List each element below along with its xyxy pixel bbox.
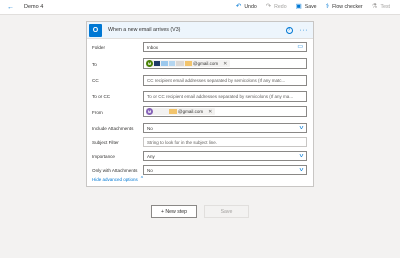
redacted-block: [161, 61, 168, 66]
sender-token: M @gmail.com ✕: [146, 108, 216, 115]
save-toolbar-button[interactable]: ▣ Save: [295, 3, 317, 10]
undo-label: Undo: [244, 4, 257, 10]
hide-advanced-label: Hide advanced options: [92, 176, 138, 182]
chevron-down-icon: v: [299, 153, 304, 159]
stethoscope-icon: ⚕: [325, 3, 330, 10]
importance-label: Importance: [92, 154, 115, 159]
undo-icon: ↶: [235, 3, 242, 10]
token-email: @gmail.com: [193, 61, 219, 66]
redacted-block: [154, 61, 160, 66]
close-icon[interactable]: ✕: [223, 61, 227, 67]
include-attachments-label: Include Attachments: [92, 126, 134, 131]
flow-name: Demo 4: [24, 4, 44, 10]
include-attachments-select[interactable]: No v: [143, 123, 307, 133]
importance-select[interactable]: Any v: [143, 151, 307, 161]
only-with-attachments-label: Only with Attachments: [92, 168, 138, 173]
only-with-attachments-select[interactable]: No v: [143, 165, 307, 175]
flask-icon: ⚗: [371, 3, 378, 10]
to-or-cc-field[interactable]: To or CC recipient email addresses separ…: [143, 91, 307, 102]
chevron-up-icon: ^: [140, 176, 144, 182]
cc-field[interactable]: CC recipient email addresses separated b…: [143, 75, 307, 86]
outlook-icon: O: [89, 23, 102, 37]
to-field[interactable]: M @gmail.com ✕: [143, 58, 307, 69]
redacted-block: [169, 109, 177, 114]
card-title: When a new email arrives (V3): [108, 27, 181, 33]
only-with-attachments-value: No: [147, 167, 153, 173]
recipient-token: M @gmail.com ✕: [146, 60, 231, 67]
redo-button[interactable]: ↷ Redo: [265, 3, 287, 10]
redo-label: Redo: [274, 4, 287, 10]
back-arrow-icon[interactable]: ←: [7, 0, 19, 15]
card-header[interactable]: O When a new email arrives (V3) ? ···: [87, 22, 313, 39]
to-label: To: [92, 62, 97, 67]
redacted-block: [185, 61, 192, 66]
top-bar: ← Demo 4 ↶ Undo ↷ Redo ▣ Save ⚕ Flow che…: [0, 0, 400, 15]
trigger-card: O When a new email arrives (V3) ? ··· Fo…: [86, 21, 314, 187]
avatar: M: [146, 60, 153, 67]
redo-icon: ↷: [265, 3, 272, 10]
test-button[interactable]: ⚗ Test: [371, 3, 390, 10]
folder-value: Inbox: [147, 44, 159, 50]
close-icon[interactable]: ✕: [208, 109, 212, 115]
subject-filter-label: Subject Filter: [92, 140, 119, 145]
more-icon[interactable]: ···: [300, 27, 309, 34]
flow-checker-button[interactable]: ⚕ Flow checker: [325, 3, 363, 10]
chevron-down-icon: v: [299, 125, 304, 131]
redacted-block: [176, 61, 184, 66]
subject-filter-field[interactable]: String to look for in the subject line.: [143, 137, 307, 147]
to-or-cc-label: To or CC: [92, 94, 111, 99]
avatar: M: [146, 108, 153, 115]
token-email: @gmail.com: [178, 109, 204, 114]
include-attachments-value: No: [147, 125, 153, 131]
undo-button[interactable]: ↶ Undo: [235, 3, 257, 10]
flow-checker-label: Flow checker: [332, 4, 363, 10]
chevron-down-icon: v: [299, 167, 304, 173]
cc-label: CC: [92, 78, 99, 83]
folder-field[interactable]: Inbox ▭: [143, 42, 307, 52]
save-label: Save: [304, 4, 317, 10]
save-button[interactable]: Save: [204, 205, 249, 218]
toolbar-actions: ↶ Undo ↷ Redo ▣ Save ⚕ Flow checker ⚗ Te…: [227, 3, 400, 10]
save-icon: ▣: [295, 3, 302, 10]
redacted-block: [169, 61, 175, 66]
from-label: From: [92, 110, 103, 115]
folder-label: Folder: [92, 45, 106, 50]
importance-value: Any: [147, 153, 155, 159]
redacted-block: [154, 109, 168, 114]
hide-advanced-options-link[interactable]: Hide advanced options ^: [92, 176, 143, 182]
new-step-button[interactable]: + New step: [151, 205, 197, 218]
test-label: Test: [380, 4, 390, 10]
from-field[interactable]: M @gmail.com ✕: [143, 106, 307, 117]
help-icon[interactable]: ?: [285, 26, 293, 34]
folder-icon[interactable]: ▭: [297, 44, 303, 50]
